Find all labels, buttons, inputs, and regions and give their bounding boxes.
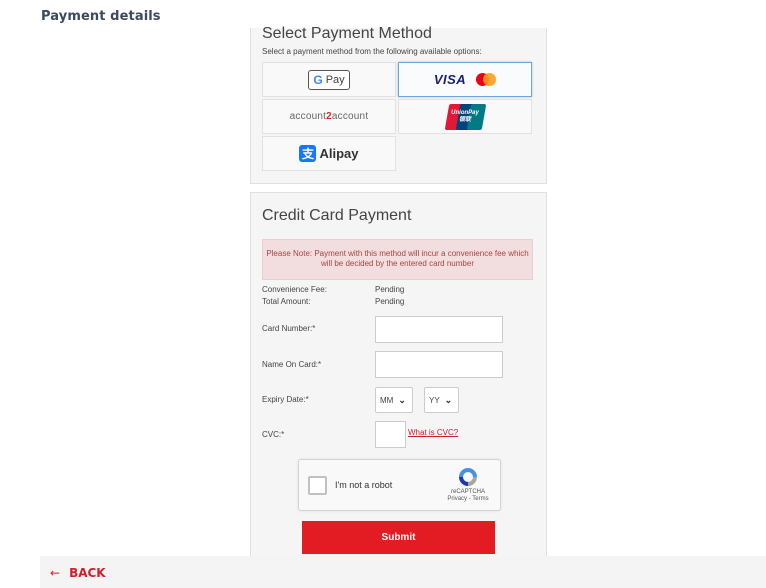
recaptcha-widget: I'm not a robot reCAPTCHA Privacy - Term… [298, 459, 501, 511]
expiry-month-select[interactable]: MM ⌄ [375, 387, 413, 413]
a2a-label-post: account [331, 111, 369, 122]
convenience-fee-label: Convenience Fee: [262, 285, 327, 294]
chevron-down-icon: ⌄ [444, 394, 453, 405]
payment-method-visa-mastercard[interactable]: VISA [398, 62, 532, 97]
recaptcha-privacy-link[interactable]: Privacy [447, 496, 467, 502]
expiry-year-select[interactable]: YY ⌄ [424, 387, 459, 413]
account2account-logo: account2account [290, 111, 369, 122]
unionpay-label: UnionPay [451, 109, 479, 116]
payment-method-unionpay[interactable]: UnionPay 银联 [398, 99, 532, 134]
card-number-label: Card Number:* [262, 324, 316, 333]
card-number-input[interactable] [375, 316, 503, 343]
name-on-card-input[interactable] [375, 351, 503, 378]
expiry-year-value: YY [429, 395, 440, 405]
recaptcha-icon [459, 468, 477, 486]
expiry-month-value: MM [380, 395, 394, 405]
convenience-fee-notice: Please Note: Payment with this method wi… [262, 239, 533, 280]
name-on-card-label: Name On Card:* [262, 360, 322, 369]
select-payment-heading: Select Payment Method [262, 25, 432, 42]
recaptcha-terms-link[interactable]: Terms [472, 496, 488, 502]
total-amount-label: Total Amount: [262, 297, 311, 306]
credit-card-panel: Credit Card Payment Please Note: Payment… [250, 192, 547, 562]
mastercard-icon [476, 73, 497, 86]
expiry-date-label: Expiry Date:* [262, 395, 309, 404]
alipay-logo: 支 Alipay [299, 145, 359, 162]
google-g-icon: G [313, 72, 323, 87]
payment-method-grid: G Pay VISA account2account UnionPay 银联 支 … [262, 62, 532, 171]
alipay-label: Alipay [319, 146, 359, 161]
footer-bar: ← BACK [40, 556, 766, 588]
google-pay-logo: G Pay [308, 69, 350, 90]
select-payment-subtitle: Select a payment method from the followi… [262, 47, 482, 56]
unionpay-logo: UnionPay 银联 [444, 103, 487, 130]
alipay-icon: 支 [299, 145, 317, 162]
recaptcha-brand: reCAPTCHA [450, 489, 485, 495]
cvc-label: CVC:* [262, 430, 285, 439]
total-amount-row: Total Amount: Pending [262, 297, 404, 306]
unionpay-label-cn: 银联 [458, 116, 471, 123]
recaptcha-checkbox[interactable] [308, 476, 327, 495]
recaptcha-label: I'm not a robot [335, 480, 393, 490]
credit-card-heading: Credit Card Payment [262, 207, 412, 224]
back-label: BACK [69, 566, 106, 580]
what-is-cvc-link[interactable]: What is CVC? [408, 428, 458, 437]
submit-button[interactable]: Submit [302, 521, 495, 554]
back-button[interactable]: ← BACK [50, 566, 106, 580]
visa-logo: VISA [433, 72, 467, 87]
payment-method-account2account[interactable]: account2account [262, 99, 396, 134]
google-pay-label: Pay [325, 73, 345, 86]
convenience-fee-value: Pending [375, 285, 405, 294]
recaptcha-logo: reCAPTCHA Privacy - Terms [445, 466, 491, 502]
chevron-down-icon: ⌄ [398, 394, 406, 405]
payment-method-alipay[interactable]: 支 Alipay [262, 136, 396, 171]
recaptcha-links: Privacy - Terms [445, 496, 491, 502]
a2a-label-pre: account [289, 111, 327, 122]
arrow-left-icon: ← [50, 566, 61, 580]
cvc-input[interactable] [375, 421, 406, 448]
convenience-fee-row: Convenience Fee: Pending [262, 285, 404, 294]
total-amount-value: Pending [375, 297, 405, 306]
select-payment-panel: Select Payment Method Select a payment m… [250, 25, 547, 184]
page-title: Payment details [41, 9, 161, 24]
payment-method-google-pay[interactable]: G Pay [262, 62, 396, 97]
